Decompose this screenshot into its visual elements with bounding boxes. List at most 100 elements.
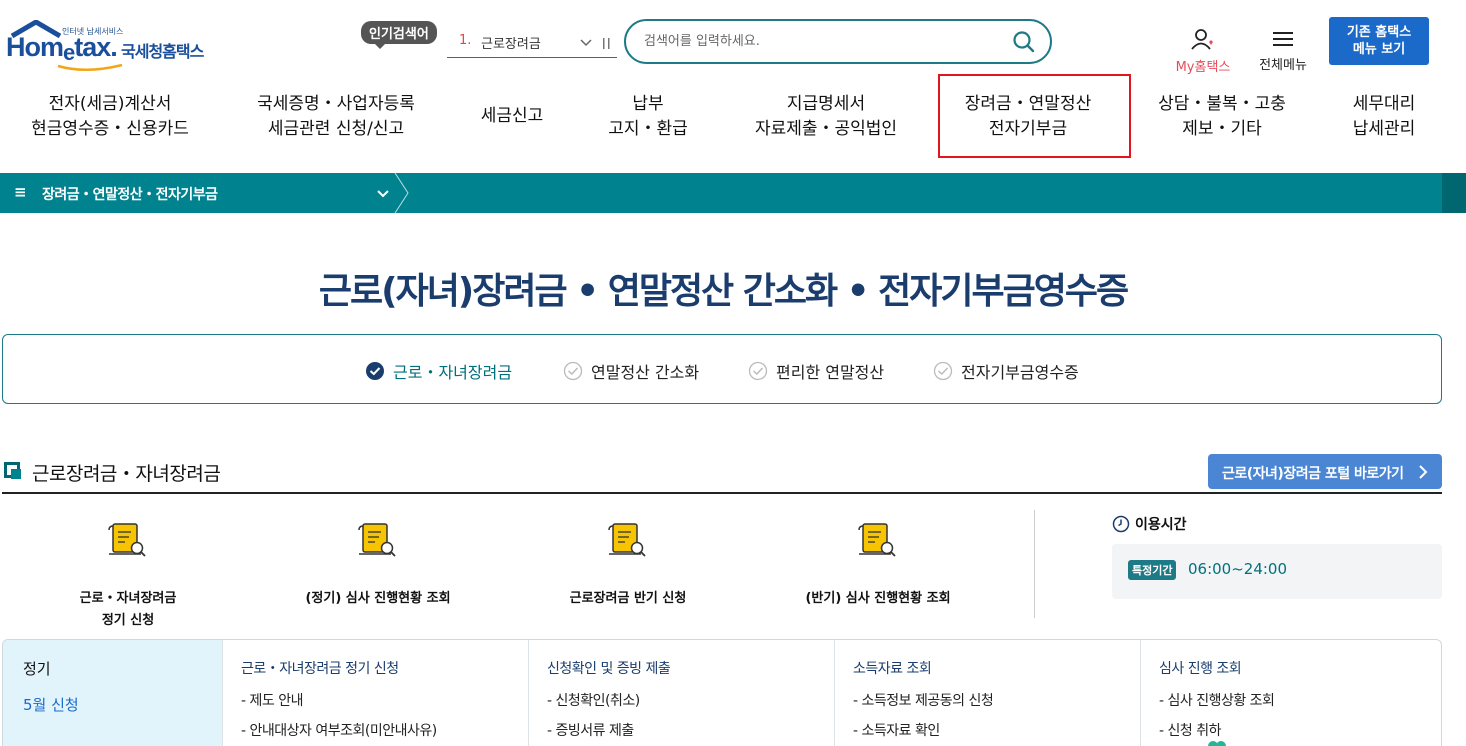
tab-yearend-simplified[interactable]: 연말정산 간소화 (563, 359, 699, 383)
service-regular-application[interactable]: 근로・자녀장려금 정기 신청 (28, 520, 228, 632)
service-label-line1: (정기) 심사 진행현황 조회 (305, 591, 451, 606)
menu-link[interactable]: - 신청확인(취소) (547, 690, 640, 710)
divider (1034, 510, 1035, 618)
check-circle-outline-icon (748, 361, 768, 381)
menu-link[interactable]: - 제도 안내 (241, 690, 303, 710)
column-heading[interactable]: 신청확인 및 증빙 제출 (547, 658, 671, 678)
lead-type: 정기 (23, 660, 51, 678)
table-lead-cell: 정기 5월 신청 (3, 640, 222, 746)
gnb-item-certificates[interactable]: 국세증명・사업자등록 세금관련 신청/신고 (236, 92, 436, 142)
lead-period: 5월 신청 (23, 696, 79, 714)
service-label-line1: (반기) 심사 진행현황 조회 (805, 591, 951, 606)
gnb-item-payment-statement[interactable]: 지급명세서 자료제출・공익법인 (726, 92, 926, 142)
gnb-line2: 고지・환급 (608, 119, 688, 139)
user-heart-icon (1191, 29, 1213, 50)
highlight-box (938, 74, 1131, 158)
menu-link[interactable]: - 안내대상자 여부조회(미안내사유) (241, 720, 437, 740)
check-circle-filled-icon (366, 362, 384, 380)
gnb-line2: 자료제출・공익법인 (754, 119, 898, 139)
gnb-item-payment[interactable]: 납부 고지・환급 (588, 92, 708, 142)
gnb-line1: 납부 (632, 94, 664, 114)
incentive-portal-button[interactable]: 근로(자녀)장려금 포털 바로가기 (1208, 454, 1442, 489)
gnb-line1: 상담・불복・고충 (1158, 94, 1286, 114)
usage-time-box: 특정기간 06:00~24:00 (1112, 544, 1442, 599)
my-hometax-link[interactable]: My홈택스 (1170, 28, 1236, 75)
gnb-line1: 지급명세서 (786, 94, 866, 114)
tab-easy-yearend[interactable]: 편리한 연말정산 (748, 359, 884, 383)
gnb-item-tax-agent[interactable]: 세무대리 납세관리 (1324, 92, 1444, 142)
document-search-icon (108, 523, 146, 557)
tab-incentive[interactable]: 근로・자녀장려금 (365, 359, 512, 383)
category-tabs: 근로・자녀장려금 연말정산 간소화 편리한 연말정산 전자기부금영수증 (2, 334, 1442, 404)
column-heading[interactable]: 심사 진행 조회 (1159, 658, 1242, 678)
menu-link[interactable]: - 심사 진행상황 조회 (1159, 690, 1275, 710)
gnb-line1: 전자(세금)계산서 (48, 94, 172, 114)
gnb-line1: 세무대리 (1352, 94, 1416, 114)
gnb-item-e-invoice[interactable]: 전자(세금)계산서 현금영수증・신용카드 (10, 92, 210, 142)
gnb-line2: 세금관련 신청/신고 (267, 119, 405, 139)
clock-icon (1112, 515, 1130, 533)
menu-link[interactable]: - 신청 취하 (1159, 720, 1221, 740)
service-label-line1: 근로장려금 반기 신청 (569, 591, 687, 606)
chevron-down-icon[interactable] (376, 185, 390, 205)
breadcrumb-bar-end (1442, 173, 1466, 213)
logo-korean-name: 국세청홈택스 (121, 42, 204, 61)
popular-search-badge: 인기검색어 (361, 21, 437, 49)
incentive-menu-table: 정기 5월 신청 근로・자녀장려금 정기 신청 - 제도 안내 - 안내대상자 … (2, 639, 1442, 746)
hometax-logo[interactable]: 인터넷 납세서비스 Hometax. 국세청홈택스 (6, 18, 221, 72)
menu-link[interactable]: - 소득자료 확인 (853, 720, 940, 740)
tab-e-donation-receipt[interactable]: 전자기부금영수증 (933, 359, 1079, 383)
chatbot-icon[interactable] (1206, 738, 1228, 746)
all-menu-label: 전체메뉴 (1259, 58, 1307, 73)
tab-label: 근로・자녀장려금 (393, 363, 513, 382)
period-badge: 특정기간 (1128, 560, 1177, 580)
search-icon[interactable] (1012, 30, 1036, 54)
service-label-line2: 정기 신청 (101, 613, 155, 628)
popular-search-ticker[interactable]: 1. 근로장려금 (447, 28, 617, 58)
gnb-line1: 세금신고 (480, 106, 544, 126)
tab-label: 편리한 연말정산 (776, 363, 885, 382)
document-search-icon (608, 523, 646, 557)
search-input[interactable] (644, 31, 1004, 51)
usage-time-heading: 이용시간 (1112, 514, 1187, 534)
breadcrumb-current[interactable]: 장려금・연말정산・전자기부금 (42, 184, 218, 204)
service-regular-status[interactable]: (정기) 심사 진행현황 조회 (278, 520, 478, 610)
portal-button-label: 근로(자녀)장려금 포털 바로가기 (1222, 466, 1404, 482)
usage-time-value: 06:00~24:00 (1188, 560, 1288, 578)
tab-label: 연말정산 간소화 (591, 363, 700, 382)
table-column: 심사 진행 조회 - 심사 진행상황 조회 - 신청 취하 (1140, 640, 1441, 746)
pause-icon[interactable] (602, 37, 612, 51)
old-menu-button[interactable]: 기존 홈택스 메뉴 보기 (1329, 17, 1429, 65)
chevron-right-icon (1419, 465, 1428, 479)
old-menu-line1: 기존 홈택스 (1346, 25, 1412, 40)
chevron-down-icon[interactable] (579, 33, 593, 53)
section-bullet-icon (4, 462, 21, 479)
tab-label: 전자기부금영수증 (961, 363, 1079, 382)
service-half-year-application[interactable]: 근로장려금 반기 신청 (528, 520, 728, 610)
table-column: 신청확인 및 증빙 제출 - 신청확인(취소) - 증빙서류 제출 (528, 640, 834, 746)
menu-link[interactable]: - 증빙서류 제출 (547, 720, 634, 740)
global-navigation: 전자(세금)계산서 현금영수증・신용카드 국세증명・사업자등록 세금관련 신청/… (0, 74, 1466, 158)
service-half-year-status[interactable]: (반기) 심사 진행현황 조회 (778, 520, 978, 610)
table-column: 근로・자녀장려금 정기 신청 - 제도 안내 - 안내대상자 여부조회(미안내사… (222, 640, 528, 746)
column-heading[interactable]: 근로・자녀장려금 정기 신청 (241, 658, 399, 678)
menu-link[interactable]: - 소득정보 제공동의 신청 (853, 690, 994, 710)
breadcrumb-separator-icon (394, 173, 409, 213)
all-menu-button[interactable]: 전체메뉴 (1253, 30, 1313, 73)
service-label-line1: 근로・자녀장려금 (79, 591, 177, 606)
page-title: 근로(자녀)장려금 • 연말정산 간소화 • 전자기부금영수증 (318, 271, 1129, 312)
old-menu-line2: 메뉴 보기 (1352, 42, 1406, 57)
column-heading[interactable]: 소득자료 조회 (853, 658, 932, 678)
breadcrumb[interactable]: ≡ 장려금・연말정산・전자기부금 (0, 173, 409, 213)
check-circle-outline-icon (933, 361, 953, 381)
gnb-item-tax-return[interactable]: 세금신고 (452, 104, 572, 129)
gnb-item-consultation[interactable]: 상담・불복・고충 제보・기타 (1132, 92, 1312, 142)
document-search-icon (358, 523, 396, 557)
breadcrumb-bar: ≡ 장려금・연말정산・전자기부금 (0, 173, 1466, 213)
gnb-line2: 현금영수증・신용카드 (31, 119, 189, 139)
popular-keyword[interactable]: 근로장려금 (481, 33, 541, 52)
hamburger-menu-icon (1273, 32, 1293, 46)
menu-icon[interactable]: ≡ (14, 183, 27, 201)
my-hometax-label: My홈택스 (1175, 60, 1231, 75)
usage-time-label: 이용시간 (1135, 517, 1187, 533)
